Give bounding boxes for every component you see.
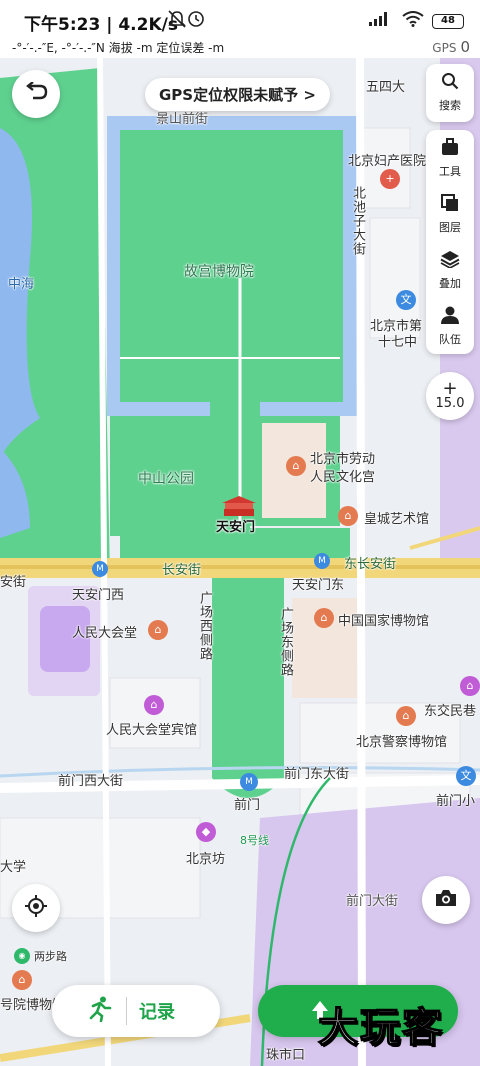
map-label: 天安门西 <box>72 588 125 603</box>
app-screen: 下午5:23 | 4.2K/s 48 -°-′-.-″E, -°-′-.-″N … <box>0 0 480 1066</box>
metro-icon: M <box>314 553 330 569</box>
back-arrow-icon <box>24 81 48 106</box>
map-canvas <box>0 58 480 1066</box>
pin-icon: ◉ <box>14 948 30 964</box>
map-label: 广场东侧路 <box>278 607 293 677</box>
map-view[interactable]: 景山前街 五四大 中国 北京妇产医院 + 北池子大街 故宫博物院 中海 文 北京… <box>0 58 480 1066</box>
map-label: 前门西大街 <box>58 774 124 789</box>
coordinates-readout: -°-′-.-″E, -°-′-.-″N 海拔 -m 定位误差 -m <box>12 41 225 55</box>
map-label: 人民大会堂宾馆 <box>106 723 198 738</box>
metro-icon: M <box>240 773 258 791</box>
team-button[interactable]: 队伍 <box>426 298 474 354</box>
school-icon: 文 <box>396 290 416 310</box>
hospital-icon: + <box>380 169 400 189</box>
map-label: 大学 <box>0 860 27 875</box>
map-label: 人民文化宫 <box>310 470 376 485</box>
museum-icon: ⌂ <box>396 706 416 726</box>
camera-icon <box>435 889 457 911</box>
map-label: 北京警察博物馆 <box>356 735 448 750</box>
map-label: 长安街 <box>162 563 202 578</box>
museum-icon: ⌂ <box>12 970 32 990</box>
gps-satellite-count: GPS 0 <box>432 38 470 56</box>
map-label: 前门 <box>234 798 261 813</box>
map-label: 故宫博物院 <box>184 264 254 280</box>
search-label: 搜索 <box>439 98 461 112</box>
tools-label: 工具 <box>439 164 461 178</box>
crosshair-icon <box>24 894 48 922</box>
map-label: 前门大街 <box>346 894 399 909</box>
map-label: 人民大会堂 <box>72 626 138 641</box>
search-panel: 搜索 <box>426 64 474 122</box>
zoom-plus-icon: + <box>442 377 458 399</box>
map-label: 北京妇产医院 <box>348 154 427 169</box>
map-label: 前门东大街 <box>284 767 350 782</box>
running-person-icon <box>86 996 114 1026</box>
map-label: 东交民巷 <box>424 704 477 719</box>
toolbox-icon <box>441 137 459 160</box>
search-icon <box>441 72 459 94</box>
museum-icon: ⌂ <box>286 456 306 476</box>
map-label: 广场西侧路 <box>197 591 212 661</box>
status-bar: 下午5:23 | 4.2K/s 48 <box>0 0 480 38</box>
map-label: 天安门东 <box>292 578 345 593</box>
hotel-icon: ⌂ <box>144 695 164 715</box>
person-icon <box>440 306 460 328</box>
museum-icon: ⌂ <box>338 506 358 526</box>
museum-icon: ⌂ <box>314 608 334 628</box>
shopping-icon: ◆ <box>196 822 216 842</box>
map-label: 皇城艺术馆 <box>364 512 430 527</box>
zoom-button[interactable]: + 15.0 <box>426 372 474 420</box>
overlay-label: 叠加 <box>439 276 461 290</box>
back-button[interactable] <box>12 70 60 118</box>
metro-icon: M <box>92 561 108 577</box>
team-label: 队伍 <box>439 332 461 346</box>
map-label: 东长安街 <box>344 557 397 572</box>
map-label: 北池子大街 <box>350 186 365 256</box>
layers-button[interactable]: 图层 <box>426 186 474 242</box>
map-label: 北京市劳动 <box>310 452 376 467</box>
layers-icon <box>441 193 459 216</box>
map-label: 8号线 <box>240 834 269 847</box>
map-label: 中山公园 <box>138 471 194 487</box>
camera-button[interactable] <box>422 876 470 924</box>
map-label: 珠市口 <box>266 1048 306 1063</box>
watermark-logo: 大玩客 <box>317 1004 444 1052</box>
map-label: 前门小 <box>436 794 476 809</box>
map-label: 两步路 <box>34 950 67 963</box>
gps-label: GPS <box>432 41 457 55</box>
locate-button[interactable] <box>12 884 60 932</box>
gps-info-bar: -°-′-.-″E, -°-′-.-″N 海拔 -m 定位误差 -m GPS 0 <box>0 38 480 58</box>
signal-icon <box>368 11 394 31</box>
layers-label: 图层 <box>439 220 461 234</box>
record-button[interactable]: 记录 <box>52 985 220 1037</box>
map-label: 五四大 <box>366 80 406 95</box>
zoom-level: 15.0 <box>435 395 465 411</box>
tools-button[interactable]: 工具 <box>426 130 474 186</box>
status-time: 下午5:23 | 4.2K/s <box>24 15 178 35</box>
hotel-icon: ⌂ <box>460 676 480 696</box>
map-label: 中国国家博物馆 <box>338 614 430 629</box>
map-label: 安街 <box>0 575 27 590</box>
overlay-button[interactable]: 叠加 <box>426 242 474 298</box>
museum-icon: ⌂ <box>148 620 168 640</box>
map-label: 北京坊 <box>186 852 226 867</box>
stack-icon <box>440 250 460 272</box>
map-label: 天安门 <box>216 520 256 535</box>
divider <box>126 997 127 1025</box>
map-label: 十七中 <box>378 335 418 350</box>
school-icon: 文 <box>456 766 476 786</box>
tool-panel: 工具 图层 叠加 队伍 <box>426 130 474 354</box>
gps-permission-banner[interactable]: GPS定位权限未赋予 > <box>145 78 330 111</box>
mute-bell-icon <box>168 9 204 33</box>
gps-count: 0 <box>460 38 470 56</box>
record-label: 记录 <box>139 1002 175 1023</box>
map-label: 中海 <box>8 277 35 292</box>
battery-icon: 48 <box>432 13 464 29</box>
wifi-icon <box>402 11 424 31</box>
search-button[interactable]: 搜索 <box>426 64 474 120</box>
